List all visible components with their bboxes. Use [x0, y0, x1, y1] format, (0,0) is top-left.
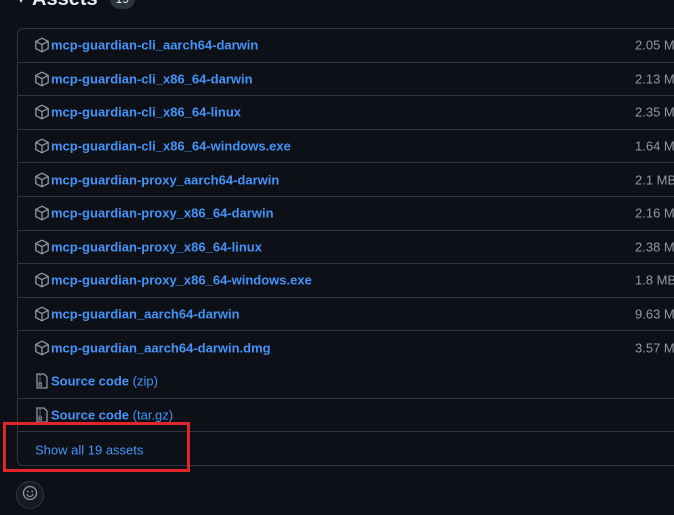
assets-title: Assets	[32, 0, 98, 11]
asset-download-link[interactable]: mcp-guardian-proxy_x86_64-windows.exe	[51, 273, 312, 288]
package-icon	[34, 104, 50, 120]
asset-size: 2.05 MB	[635, 37, 674, 53]
asset-download-link[interactable]: mcp-guardian-cli_aarch64-darwin	[51, 38, 258, 53]
package-icon	[34, 306, 50, 322]
package-icon	[34, 172, 50, 188]
source-code-format: (zip)	[132, 373, 158, 389]
caret-down-icon: ▾	[18, 0, 24, 5]
package-icon	[34, 205, 50, 221]
asset-size: 2.1 MB	[635, 172, 674, 188]
asset-size: 2.35 MB	[635, 104, 674, 120]
show-all-assets-row: Show all 19 assets	[18, 432, 674, 465]
source-code-zip-row: Source code (zip)	[18, 365, 674, 399]
package-icon	[34, 71, 50, 87]
asset-size: 2.16 MB	[635, 205, 674, 221]
assets-header[interactable]: ▾ Assets 19	[18, 0, 135, 10]
asset-row: mcp-guardian-proxy_aarch64-darwin 2.1 MB	[18, 163, 674, 197]
asset-row: mcp-guardian-proxy_x86_64-windows.exe 1.8…	[18, 264, 674, 298]
asset-download-link[interactable]: mcp-guardian_aarch64-darwin.dmg	[51, 341, 271, 356]
package-icon	[34, 37, 50, 53]
package-icon	[34, 272, 50, 288]
assets-list: mcp-guardian-cli_aarch64-darwin2.05 MBmc…	[17, 28, 674, 466]
asset-row: mcp-guardian-cli_x86_64-linux 2.35 MB	[18, 96, 674, 130]
asset-row: mcp-guardian-cli_x86_64-darwin 2.13 MB	[18, 63, 674, 97]
asset-row: mcp-guardian-proxy_x86_64-darwin 2.16 MB	[18, 197, 674, 231]
asset-row: mcp-guardian_aarch64-darwin.dmg 3.57 MB	[18, 331, 674, 365]
asset-size: 9.63 MB	[635, 306, 674, 322]
package-icon	[34, 340, 50, 356]
asset-download-link[interactable]: mcp-guardian-proxy_x86_64-linux	[51, 239, 262, 254]
source-code-label: Source code	[51, 373, 130, 389]
show-all-assets-link[interactable]: Show all 19 assets	[35, 442, 143, 457]
package-icon	[34, 239, 50, 255]
source-code-zip-link[interactable]: Source code (zip)	[51, 374, 158, 389]
asset-size: 1.8 MB	[635, 272, 674, 288]
file-zip-icon	[34, 407, 50, 423]
asset-row: mcp-guardian-cli_aarch64-darwin 2.05 MB	[18, 29, 674, 63]
source-code-format: (tar.gz)	[132, 407, 174, 423]
release-assets-page: ▾ Assets 19 mcp-guardian-cli_aarch64-dar…	[0, 0, 674, 515]
asset-download-link[interactable]: mcp-guardian-cli_x86_64-darwin	[51, 71, 253, 86]
source-code-targz-row: Source code (tar.gz)	[18, 399, 674, 433]
asset-download-link[interactable]: mcp-guardian-cli_x86_64-windows.exe	[51, 139, 291, 154]
asset-download-link[interactable]: mcp-guardian_aarch64-darwin	[51, 307, 240, 322]
asset-download-link[interactable]: mcp-guardian-proxy_x86_64-darwin	[51, 206, 274, 221]
asset-row: mcp-guardian-cli_x86_64-windows.exe 1.64 …	[18, 130, 674, 164]
asset-row: mcp-guardian-proxy_x86_64-linux 2.38 MB	[18, 231, 674, 265]
source-code-label: Source code	[51, 407, 130, 423]
source-code-targz-link[interactable]: Source code (tar.gz)	[51, 407, 173, 422]
asset-size: 2.38 MB	[635, 239, 674, 255]
add-reaction-button[interactable]	[16, 481, 44, 509]
package-icon	[34, 138, 50, 154]
assets-count-badge: 19	[109, 0, 135, 9]
asset-size: 2.13 MB	[635, 71, 674, 87]
asset-download-link[interactable]: mcp-guardian-proxy_aarch64-darwin	[51, 172, 279, 187]
asset-row: mcp-guardian_aarch64-darwin 9.63 MB	[18, 298, 674, 332]
smiley-icon	[22, 485, 38, 506]
file-zip-icon	[34, 373, 50, 389]
asset-size: 1.64 MB	[635, 138, 674, 154]
asset-size: 3.57 MB	[635, 340, 674, 356]
asset-download-link[interactable]: mcp-guardian-cli_x86_64-linux	[51, 105, 241, 120]
